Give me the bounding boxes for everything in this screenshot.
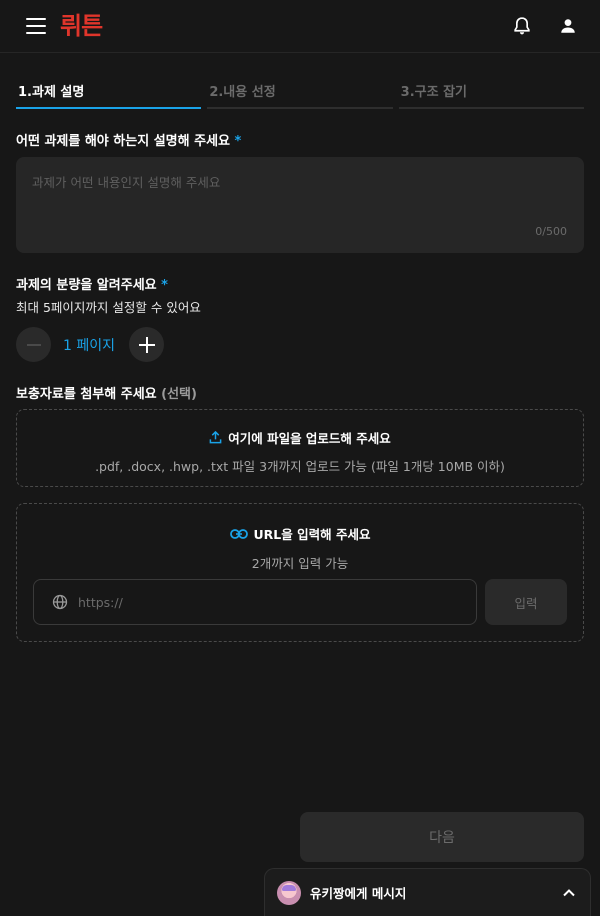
url-input-area: URL을 입력해 주세요 2개까지 입력 가능 입력 — [16, 503, 584, 642]
message-bar[interactable]: 유키짱에게 메시지 — [264, 868, 591, 916]
page-count: 1 페이지 — [63, 337, 115, 354]
amount-title: 과제의 분량을 알려주세요 * — [16, 274, 168, 293]
url-submit-button[interactable]: 입력 — [485, 579, 567, 625]
description-title-text: 어떤 과제를 해야 하는지 설명해 주세요 — [16, 134, 230, 149]
next-button[interactable]: 다음 — [300, 812, 584, 862]
bell-icon[interactable] — [510, 14, 534, 38]
tab-content-selection[interactable]: 2.내용 선정 — [207, 78, 393, 109]
plus-icon — [138, 336, 155, 353]
url-title: URL을 입력해 주세요 — [17, 524, 583, 543]
tab-structure[interactable]: 3.구조 잡기 — [398, 78, 584, 109]
user-icon[interactable] — [556, 14, 580, 38]
message-label: 유키짱에게 메시지 — [310, 886, 407, 901]
description-title: 어떤 과제를 해야 하는지 설명해 주세요 * — [16, 130, 241, 149]
description-field: 0/500 — [16, 157, 584, 253]
required-mark: * — [161, 278, 168, 293]
globe-icon — [52, 594, 68, 610]
chevron-up-icon[interactable] — [562, 886, 576, 900]
url-field — [33, 579, 477, 625]
file-upload-area[interactable]: 여기에 파일을 업로드해 주세요 .pdf, .docx, .hwp, .txt… — [16, 409, 584, 487]
upload-icon — [209, 431, 222, 444]
header-right — [510, 14, 580, 38]
url-description: 2개까지 입력 가능 — [251, 556, 349, 571]
tab-assignment-description[interactable]: 1.과제 설명 — [16, 78, 202, 109]
link-icon — [229, 528, 248, 539]
avatar — [277, 880, 301, 905]
minus-icon — [26, 343, 41, 346]
increase-button[interactable] — [129, 327, 164, 362]
upload-title: 여기에 파일을 업로드해 주세요 — [17, 428, 583, 447]
amount-title-text: 과제의 분량을 알려주세요 — [16, 278, 157, 293]
required-mark: * — [234, 134, 242, 149]
amount-subtitle: 최대 5페이지까지 설정할 수 있어요 — [16, 300, 201, 315]
attachments-title: 보충자료를 첨부해 주세요 (선택) — [16, 383, 197, 402]
url-input[interactable] — [78, 594, 476, 610]
upload-title-text: 여기에 파일을 업로드해 주세요 — [228, 431, 391, 446]
url-title-text: URL을 입력해 주세요 — [253, 527, 371, 542]
top-header: 뤼튼 — [0, 0, 600, 53]
description-input[interactable] — [16, 157, 584, 253]
step-tabs: 1.과제 설명 2.내용 선정 3.구조 잡기 — [16, 78, 584, 109]
header-left: 뤼튼 — [26, 14, 103, 38]
page-stepper: 1 페이지 — [16, 327, 164, 362]
optional-label: (선택) — [161, 387, 197, 402]
upload-description: .pdf, .docx, .hwp, .txt 파일 3개까지 업로드 가능 (… — [95, 459, 505, 474]
char-count: 0/500 — [535, 225, 567, 238]
attachments-title-text: 보충자료를 첨부해 주세요 — [16, 387, 157, 402]
logo[interactable]: 뤼튼 — [60, 14, 103, 38]
decrease-button[interactable] — [16, 327, 51, 362]
menu-icon[interactable] — [26, 18, 46, 34]
